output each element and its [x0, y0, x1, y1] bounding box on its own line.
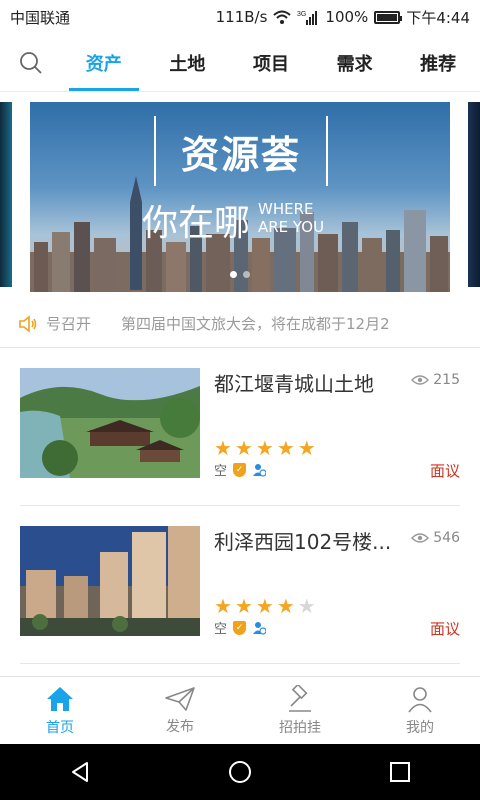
nav-home[interactable]: 首页 — [0, 677, 120, 744]
carousel-dots — [30, 271, 450, 278]
announcement-text: 号召开 第四届中国文旅大会，将在成都于12月2 — [46, 315, 390, 333]
nav-label: 我的 — [406, 719, 434, 736]
rating-stars: ★ ★ ★ ★ ★ — [214, 436, 316, 460]
banner-subtitle: 你在哪 — [142, 203, 251, 244]
listing-thumbnail — [20, 368, 200, 478]
star-icon: ★ — [276, 436, 295, 460]
view-count-value: 215 — [433, 372, 460, 388]
signal-icon: 3G — [297, 11, 318, 25]
status-bar: 中国联通 111B/s 3G 100% 下午4:44 — [0, 0, 480, 34]
listing-thumbnail — [20, 526, 200, 636]
top-nav: 资产 土地 项目 需求 推荐 — [0, 34, 480, 92]
eye-icon — [411, 375, 430, 385]
user-icon — [408, 686, 432, 712]
star-icon: ★ — [234, 594, 253, 618]
system-nav-bar — [0, 744, 480, 800]
listing-meta: 空 ✓ — [214, 618, 267, 637]
listing-info: 都江堰青城山土地 215 ★ ★ ★ ★ ★ 空 ✓ 面议 — [200, 368, 460, 505]
app-screen: 中国联通 111B/s 3G 100% 下午4:44 资产 土地 项目 需求 推… — [0, 0, 480, 800]
tab-label: 需求 — [336, 53, 373, 75]
tab-label: 资产 — [85, 53, 122, 75]
status-indicators: 111B/s 3G 100% 下午4:44 — [216, 7, 470, 28]
certified-user-icon — [253, 621, 267, 635]
banner-carousel[interactable]: 资源荟 你在哪 WHERE ARE YOU — [0, 102, 480, 300]
listing-info: 利泽西园102号楼... 546 ★ ★ ★ ★ ★ 空 ✓ 面议 — [200, 526, 460, 663]
back-icon[interactable] — [69, 761, 91, 783]
tab-label: 土地 — [169, 53, 206, 75]
view-count-value: 546 — [433, 530, 460, 546]
announcement-bar[interactable]: 号召开 第四届中国文旅大会，将在成都于12月2 — [0, 300, 480, 348]
star-icon: ★ — [255, 594, 274, 618]
clock: 下午4:44 — [406, 8, 470, 27]
star-icon: ★ — [255, 436, 274, 460]
nav-profile[interactable]: 我的 — [360, 677, 480, 744]
tab-label: 项目 — [252, 53, 289, 75]
list-item[interactable]: 都江堰青城山土地 215 ★ ★ ★ ★ ★ 空 ✓ 面议 — [20, 348, 460, 506]
next-slide-peek — [468, 102, 480, 287]
search-button[interactable] — [0, 34, 62, 91]
battery-percent: 100% — [325, 8, 369, 26]
star-icon: ★ — [297, 594, 316, 618]
home-circle-icon[interactable] — [228, 760, 252, 784]
recents-square-icon[interactable] — [389, 761, 411, 783]
carousel-dot[interactable] — [230, 271, 237, 278]
carrier-label: 中国联通 — [10, 8, 71, 27]
listing-meta: 空 ✓ — [214, 460, 267, 479]
carousel-dot[interactable] — [243, 271, 250, 278]
gavel-icon — [289, 684, 311, 712]
star-icon: ★ — [214, 436, 232, 460]
star-icon: ★ — [234, 436, 253, 460]
star-icon: ★ — [276, 594, 295, 618]
nav-publish[interactable]: 发布 — [120, 677, 240, 744]
banner-slide[interactable]: 资源荟 你在哪 WHERE ARE YOU — [30, 102, 450, 292]
wifi-icon — [273, 10, 292, 24]
listing-title: 都江堰青城山土地 — [214, 372, 374, 396]
listing-list: 都江堰青城山土地 215 ★ ★ ★ ★ ★ 空 ✓ 面议 利泽西园102号楼.… — [0, 348, 480, 664]
bottom-nav: 首页 发布 招拍挂 我的 — [0, 676, 480, 744]
home-icon — [47, 686, 73, 711]
tab-projects[interactable]: 项目 — [236, 34, 306, 91]
speaker-icon — [19, 314, 37, 333]
tab-assets[interactable]: 资产 — [68, 34, 139, 91]
listing-price: 面议 — [429, 620, 460, 638]
tab-demand[interactable]: 需求 — [320, 34, 390, 91]
star-icon: ★ — [214, 594, 232, 618]
nav-label: 首页 — [46, 719, 74, 736]
verified-shield-icon: ✓ — [233, 620, 247, 635]
view-count: 215 — [411, 368, 460, 388]
prev-slide-peek — [0, 102, 12, 287]
tab-label: 推荐 — [420, 53, 457, 75]
listing-title: 利泽西园102号楼... — [214, 530, 392, 554]
nav-auction[interactable]: 招拍挂 — [240, 677, 360, 744]
tab-recommend[interactable]: 推荐 — [403, 34, 473, 91]
banner-title: 资源荟 — [180, 133, 301, 177]
rating-stars: ★ ★ ★ ★ ★ — [214, 594, 316, 618]
banner-subtitle-en: WHERE ARE YOU — [258, 200, 325, 236]
vacancy-status: 空 — [214, 622, 228, 637]
tab-land[interactable]: 土地 — [152, 34, 222, 91]
svg-text:3G: 3G — [297, 11, 306, 18]
list-item[interactable]: 利泽西园102号楼... 546 ★ ★ ★ ★ ★ 空 ✓ 面议 — [20, 506, 460, 664]
view-count: 546 — [411, 526, 460, 546]
network-speed: 111B/s — [215, 8, 268, 26]
search-icon — [20, 51, 42, 74]
vacancy-status: 空 — [214, 464, 228, 479]
certified-user-icon — [253, 463, 267, 477]
verified-shield-icon: ✓ — [233, 462, 247, 477]
paper-plane-icon — [165, 686, 195, 711]
nav-label: 招拍挂 — [279, 719, 321, 736]
star-icon: ★ — [297, 436, 316, 460]
nav-label: 发布 — [166, 718, 194, 735]
battery-icon — [374, 10, 403, 24]
banner-title-frame: 资源荟 — [154, 116, 328, 186]
eye-icon — [411, 533, 430, 543]
category-tabs: 资产 土地 项目 需求 推荐 — [62, 34, 480, 91]
listing-price: 面议 — [429, 462, 460, 480]
